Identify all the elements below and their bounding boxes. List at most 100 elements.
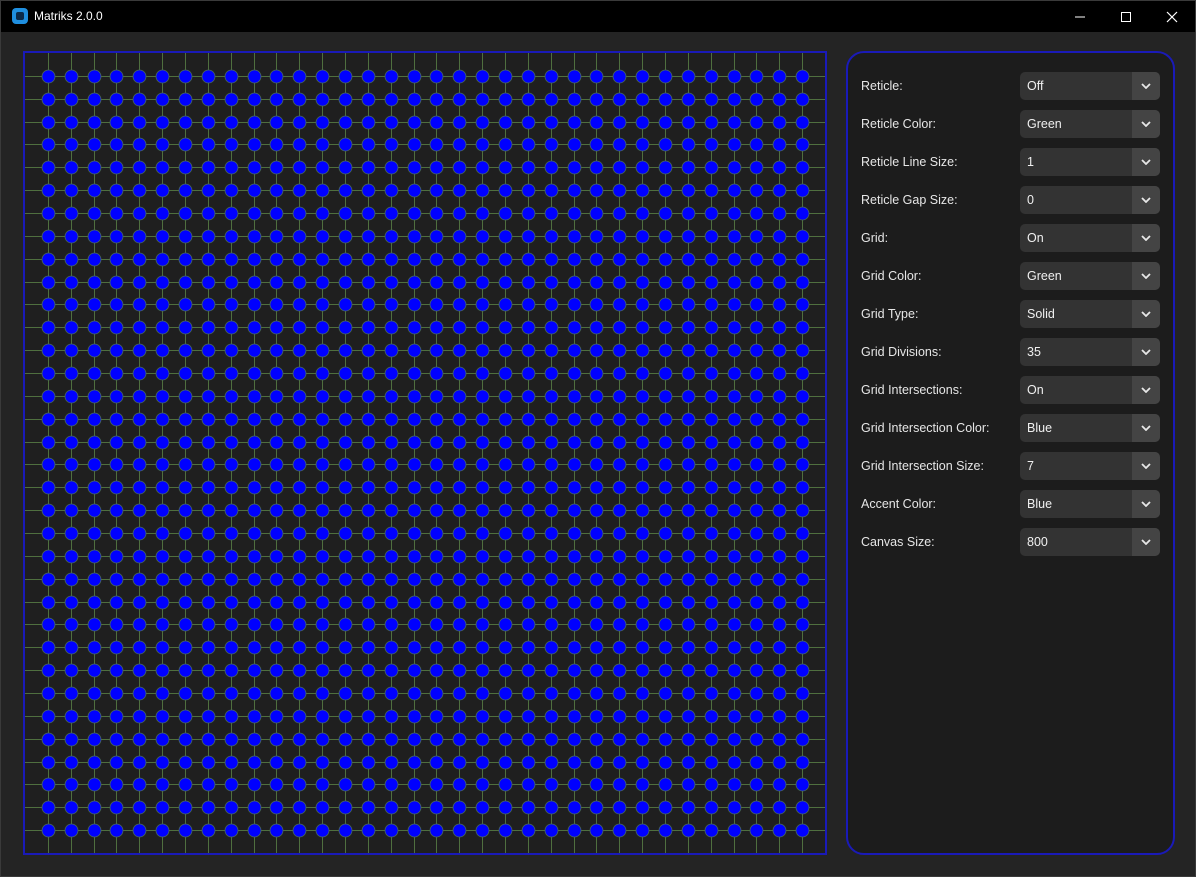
- grid-intersection: [224, 115, 239, 130]
- grid-canvas[interactable]: [23, 51, 827, 855]
- grid-type-value: Solid: [1027, 307, 1055, 321]
- grid-intersection: [64, 275, 79, 290]
- grid-intersection: [384, 435, 399, 450]
- maximize-button[interactable]: [1103, 1, 1149, 32]
- grid-intersection: [247, 412, 262, 427]
- grid-intersection: [589, 709, 604, 724]
- reticle-value: Off: [1027, 79, 1044, 93]
- chevron-down-icon[interactable]: [1132, 72, 1160, 100]
- chevron-down-icon[interactable]: [1132, 490, 1160, 518]
- grid-intersection: [361, 92, 376, 107]
- grid-intersection: [224, 457, 239, 472]
- reticle-line-size-dropdown[interactable]: 1: [1020, 148, 1160, 176]
- grid-intersection: [704, 777, 719, 792]
- grid-type-dropdown[interactable]: Solid: [1020, 300, 1160, 328]
- grid-value: On: [1027, 231, 1044, 245]
- grid-intersection: [407, 343, 422, 358]
- grid-intersection: [772, 617, 787, 632]
- grid-intersection: [795, 709, 810, 724]
- grid-intersection: [795, 160, 810, 175]
- grid-intersection: [338, 457, 353, 472]
- reticle-color-dropdown[interactable]: Green: [1020, 110, 1160, 138]
- grid-intersection: [749, 183, 764, 198]
- grid-intersection: [292, 503, 307, 518]
- chevron-down-icon[interactable]: [1132, 148, 1160, 176]
- setting-row-grid-intersection-color: Grid Intersection Color: Blue: [848, 414, 1173, 442]
- canvas-size-dropdown[interactable]: 800: [1020, 528, 1160, 556]
- grid-intersection: [109, 480, 124, 495]
- chevron-down-icon[interactable]: [1132, 452, 1160, 480]
- grid-intersection: [292, 709, 307, 724]
- grid-intersection: [64, 115, 79, 130]
- grid-intersection: [384, 663, 399, 678]
- grid-intersection: [109, 160, 124, 175]
- grid-intersection: [452, 320, 467, 335]
- grid-intersection: [269, 320, 284, 335]
- grid-intersection: [749, 549, 764, 564]
- grid-intersection: [155, 572, 170, 587]
- grid-intersection-size-dropdown[interactable]: 7: [1020, 452, 1160, 480]
- chevron-down-icon[interactable]: [1132, 186, 1160, 214]
- minimize-button[interactable]: [1057, 1, 1103, 32]
- chevron-down-icon[interactable]: [1132, 376, 1160, 404]
- grid-intersection: [658, 366, 673, 381]
- grid-dropdown[interactable]: On: [1020, 224, 1160, 252]
- grid-intersection: [155, 275, 170, 290]
- grid-intersection: [269, 457, 284, 472]
- chevron-down-icon[interactable]: [1132, 528, 1160, 556]
- grid-intersection: [498, 503, 513, 518]
- grid-intersection: [247, 69, 262, 84]
- grid-intersection: [361, 480, 376, 495]
- grid-intersection: [658, 252, 673, 267]
- grid-intersection: [612, 229, 627, 244]
- grid-intersection: [452, 343, 467, 358]
- grid-intersection: [109, 229, 124, 244]
- grid-intersection: [704, 366, 719, 381]
- reticle-gap-size-dropdown[interactable]: 0: [1020, 186, 1160, 214]
- grid-intersection: [361, 457, 376, 472]
- chevron-down-icon[interactable]: [1132, 338, 1160, 366]
- grid-intersection: [224, 435, 239, 450]
- grid-intersection: [749, 160, 764, 175]
- grid-intersection: [475, 69, 490, 84]
- chevron-down-icon[interactable]: [1132, 300, 1160, 328]
- chevron-down-icon[interactable]: [1132, 110, 1160, 138]
- grid-intersection: [315, 755, 330, 770]
- grid-intersection: [544, 617, 559, 632]
- grid-intersection: [727, 297, 742, 312]
- grid-intersection: [41, 92, 56, 107]
- grid-intersection: [247, 320, 262, 335]
- grid-color-dropdown[interactable]: Green: [1020, 262, 1160, 290]
- grid-intersection: [727, 640, 742, 655]
- grid-intersection-color-dropdown[interactable]: Blue: [1020, 414, 1160, 442]
- grid-divisions-dropdown[interactable]: 35: [1020, 338, 1160, 366]
- chevron-down-icon[interactable]: [1132, 414, 1160, 442]
- chevron-down-icon[interactable]: [1132, 262, 1160, 290]
- grid-intersection: [64, 572, 79, 587]
- grid-intersection: [201, 160, 216, 175]
- reticle-dropdown[interactable]: Off: [1020, 72, 1160, 100]
- accent-color-dropdown[interactable]: Blue: [1020, 490, 1160, 518]
- grid-intersection: [64, 297, 79, 312]
- grid-intersection: [201, 663, 216, 678]
- grid-intersection: [589, 252, 604, 267]
- grid-intersection: [224, 480, 239, 495]
- grid-intersection: [361, 823, 376, 838]
- grid-intersection: [407, 115, 422, 130]
- grid-intersection: [749, 320, 764, 335]
- grid-intersection: [109, 435, 124, 450]
- grid-intersection: [384, 572, 399, 587]
- grid-intersection: [109, 366, 124, 381]
- title-bar[interactable]: Matriks 2.0.0: [1, 1, 1195, 32]
- grid-intersection: [521, 777, 536, 792]
- grid-intersection: [429, 640, 444, 655]
- grid-intersection: [795, 229, 810, 244]
- grid-intersection: [384, 229, 399, 244]
- grid-intersections-dropdown[interactable]: On: [1020, 376, 1160, 404]
- chevron-down-icon[interactable]: [1132, 224, 1160, 252]
- close-button[interactable]: [1149, 1, 1195, 32]
- grid-intersection: [544, 663, 559, 678]
- grid-intersection: [567, 800, 582, 815]
- grid-intersection: [589, 229, 604, 244]
- grid-intersection: [109, 457, 124, 472]
